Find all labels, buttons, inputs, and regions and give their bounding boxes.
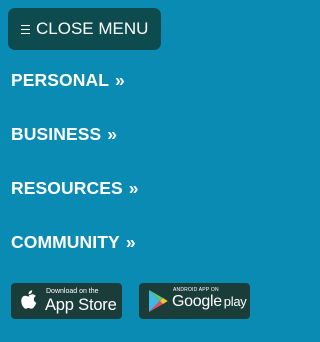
chevron-right-icon: » [128,178,139,198]
google-play-badge[interactable]: ANDROID APP ON Google play [139,283,250,319]
app-store-small-text: Download on the [46,288,99,295]
play-word: play [223,294,247,309]
nav-item-business[interactable]: BUSINESS» [11,124,117,145]
nav-item-community[interactable]: COMMUNITY» [11,232,136,253]
nav-item-resources[interactable]: RESOURCES» [11,178,139,199]
google-play-big-text: Google play [172,293,247,311]
close-menu-label: CLOSE MENU [36,19,149,38]
hamburger-icon [21,24,30,34]
apple-icon [21,290,37,309]
nav-item-label: RESOURCES [11,178,123,198]
chevron-right-icon: » [107,124,118,144]
google-word: Google [172,293,222,310]
google-play-icon [149,290,168,312]
app-store-big-text: App Store [45,296,117,314]
nav-item-label: PERSONAL [11,70,110,90]
close-menu-button[interactable]: CLOSE MENU [8,8,161,50]
chevron-right-icon: » [115,70,125,90]
nav-item-label: BUSINESS [11,124,102,144]
nav-item-label: COMMUNITY [11,232,120,252]
chevron-right-icon: » [125,232,136,252]
nav-item-personal[interactable]: PERSONAL» [11,70,125,91]
app-store-badge[interactable]: Download on the App Store [11,283,122,319]
